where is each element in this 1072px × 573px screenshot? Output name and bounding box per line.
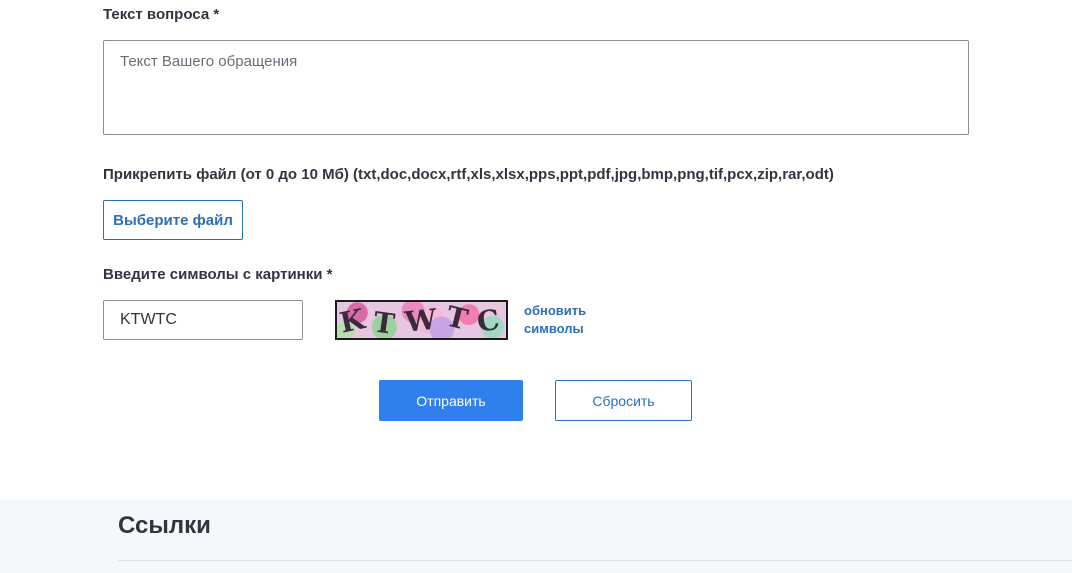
links-title: Ссылки — [118, 512, 211, 539]
captcha-char: T — [442, 300, 476, 338]
links-divider — [118, 560, 1072, 561]
reset-button[interactable]: Сбросить — [555, 380, 692, 421]
captcha-char: T — [371, 304, 401, 340]
captcha-char: C — [474, 301, 506, 339]
captcha-char: W — [403, 301, 442, 339]
captcha-label: Введите символы с картинки * — [103, 266, 333, 283]
links-section: Ссылки — [0, 500, 1072, 573]
refresh-captcha-line2: символы — [524, 321, 584, 336]
captcha-image: K T W T C — [335, 300, 508, 340]
captcha-char: K — [336, 300, 372, 340]
captcha-input[interactable] — [103, 300, 303, 340]
captcha-image-text: K T W T C — [337, 302, 506, 338]
refresh-captcha-line1: обновить — [524, 303, 587, 318]
submit-button[interactable]: Отправить — [379, 380, 523, 421]
choose-file-button[interactable]: Выберите файл — [103, 200, 243, 240]
question-textarea[interactable] — [103, 40, 969, 135]
question-label: Текст вопроса * — [103, 6, 220, 23]
refresh-captcha-link[interactable]: обновить символы — [524, 302, 604, 338]
attachment-label: Прикрепить файл (от 0 до 10 Мб) (txt,doc… — [103, 166, 834, 183]
